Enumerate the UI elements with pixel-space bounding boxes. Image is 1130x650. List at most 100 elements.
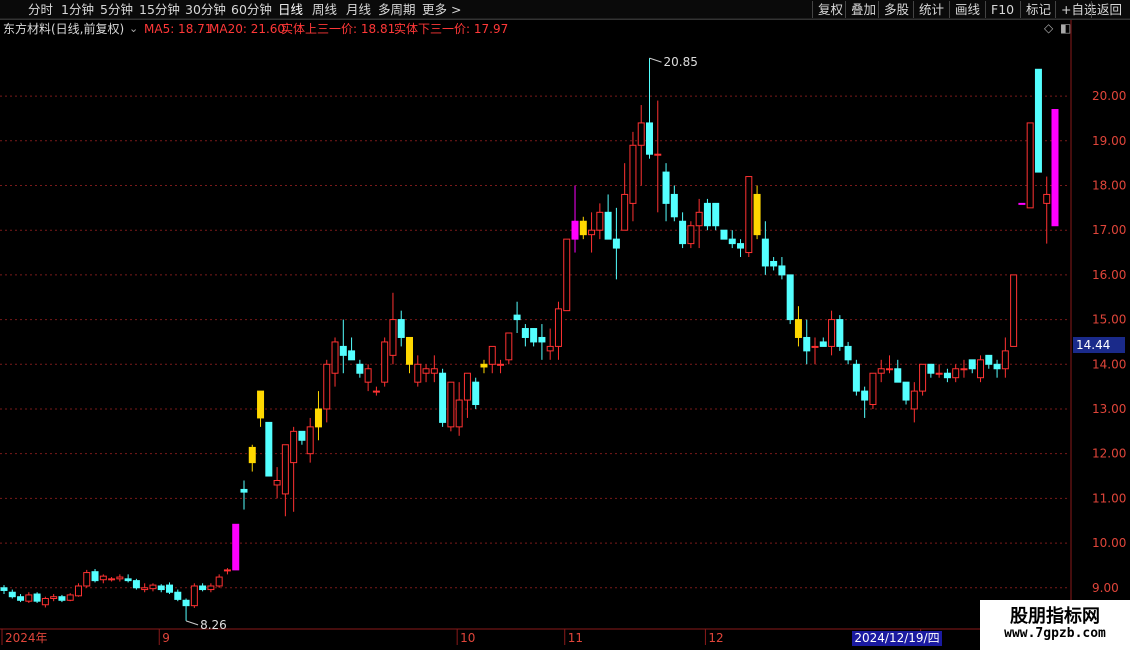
candle-body	[770, 260, 778, 267]
candle-body	[530, 328, 538, 343]
y-tick-label: 9.00	[1092, 581, 1119, 595]
candle-body	[910, 390, 918, 410]
candle-body	[513, 314, 521, 321]
candle-body	[885, 368, 893, 371]
candle-body	[977, 359, 985, 379]
candle-body	[248, 446, 256, 464]
candle-body	[538, 336, 546, 343]
candle-body	[132, 580, 140, 589]
candle-body	[306, 426, 314, 455]
candle-body	[993, 363, 1001, 370]
candle-body	[877, 368, 885, 374]
candle-body	[273, 480, 281, 486]
candle-body	[612, 238, 620, 249]
candle-body	[406, 336, 414, 365]
candle-body	[563, 238, 571, 312]
candle-body	[943, 372, 951, 379]
x-tick-label: 12	[708, 631, 723, 645]
candle-body	[182, 599, 190, 607]
candle-body	[579, 220, 587, 236]
candle-body	[281, 444, 289, 495]
candle-body	[422, 368, 430, 374]
candle-body	[397, 319, 405, 338]
candle-body	[480, 363, 488, 368]
candle-body	[919, 363, 927, 392]
candle-body	[505, 332, 513, 361]
candle-body	[463, 372, 471, 401]
x-tick-label: 11	[568, 631, 583, 645]
candle-body	[952, 368, 960, 379]
candle-body	[654, 153, 662, 156]
x-tick-label: 2024年	[5, 631, 48, 645]
candle-body	[571, 220, 579, 240]
candle-body	[174, 591, 182, 600]
candle-body	[141, 587, 149, 591]
candle-body	[960, 368, 968, 371]
candle-body	[1001, 350, 1009, 370]
candle-body	[546, 345, 554, 352]
candle-body	[621, 193, 629, 231]
y-tick-label: 20.00	[1092, 89, 1126, 103]
candle-body	[298, 430, 306, 441]
candle-body	[687, 225, 695, 245]
candle-body	[894, 368, 902, 383]
candle-body	[149, 584, 157, 590]
candle-body	[199, 585, 207, 591]
candle-body	[521, 328, 529, 338]
candle-body	[41, 598, 49, 606]
candle-body	[745, 176, 753, 254]
candle-body	[968, 359, 976, 370]
x-tick-label: 10	[460, 631, 475, 645]
y-tick-label: 18.00	[1092, 179, 1126, 193]
candle-body	[166, 584, 174, 593]
candle-body	[488, 345, 496, 365]
candle-body	[861, 390, 869, 401]
candle-body	[91, 571, 99, 582]
candle-body	[257, 390, 265, 419]
candle-body	[670, 193, 678, 218]
candle-body	[679, 220, 687, 245]
candle-body	[447, 381, 455, 428]
highlight-date-label: 2024/12/19/四	[852, 631, 942, 646]
y-tick-label: 17.00	[1092, 223, 1126, 237]
candle-body	[1018, 202, 1026, 205]
candle-body	[778, 265, 786, 276]
candle-body	[662, 171, 670, 204]
candle-body	[8, 591, 16, 598]
candle-body	[472, 381, 480, 406]
candle-body	[637, 122, 645, 146]
candle-body	[25, 594, 33, 602]
candle-body	[58, 596, 66, 601]
candlestick-chart[interactable]: 20.00 19.00 18.00 17.00 16.00 15.00 14.00 13.00…	[0, 0, 1130, 650]
candle-body	[348, 350, 356, 361]
candle-body	[902, 381, 910, 401]
candle-body	[314, 408, 322, 428]
y-tick-label: 14.00	[1092, 357, 1126, 371]
candle-body	[323, 363, 331, 410]
current-price-label: 14.44	[1073, 336, 1125, 353]
candle-body	[927, 363, 935, 374]
candle-body	[389, 319, 397, 356]
candle-body	[430, 368, 438, 374]
candle-body	[124, 578, 132, 582]
candle-body	[455, 399, 463, 428]
candle-body	[99, 575, 107, 581]
candle-body	[232, 523, 240, 571]
y-tick-label: 13.00	[1092, 402, 1126, 416]
high-annotation-arrow	[649, 57, 662, 63]
y-tick-label: 11.00	[1092, 491, 1126, 505]
y-tick-label: 19.00	[1092, 134, 1126, 148]
watermark-url: www.7gpzb.com	[1004, 626, 1106, 641]
candle-body	[83, 572, 91, 587]
candle-body	[588, 229, 596, 236]
candle-body	[935, 372, 943, 375]
candle-body	[819, 341, 827, 347]
candle-body	[356, 363, 364, 374]
candle-body	[497, 363, 505, 366]
candle-body	[828, 319, 836, 347]
candle-body	[439, 372, 447, 423]
candle-body	[290, 430, 298, 464]
candle-body	[695, 211, 703, 227]
candle-body	[629, 144, 637, 204]
candle-body	[1051, 109, 1059, 227]
